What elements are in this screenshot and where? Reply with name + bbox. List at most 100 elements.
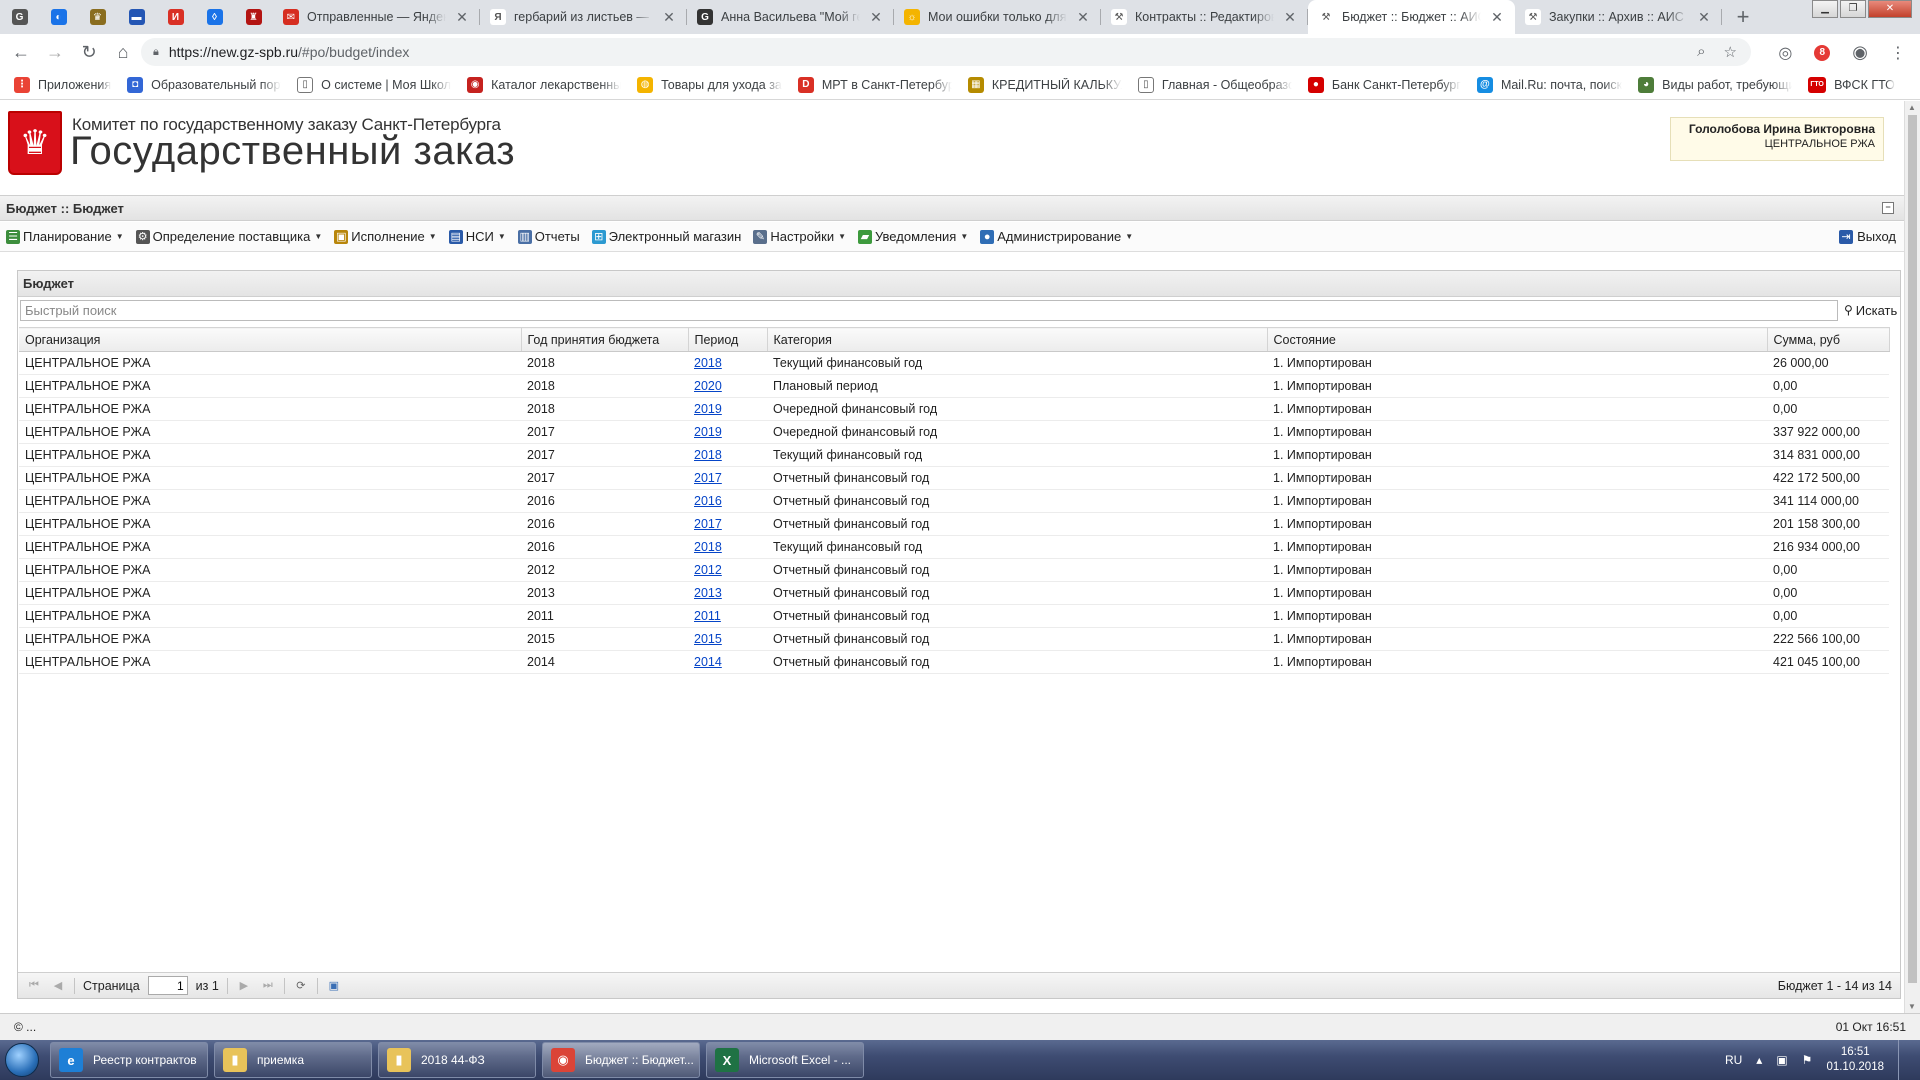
- scroll-up-icon[interactable]: ▲: [1908, 103, 1916, 112]
- logout-button[interactable]: ⇥ Выход: [1839, 229, 1896, 244]
- taskbar-task[interactable]: X Microsoft Excel - ...: [706, 1042, 864, 1078]
- table-row[interactable]: ЦЕНТРАЛЬНОЕ РЖА 2018 2020 Плановый период 1.…: [19, 374, 1889, 398]
- table-row[interactable]: ЦЕНТРАЛЬНОЕ РЖА 2018 2018 Текущий финансовы…: [19, 351, 1889, 375]
- tab-close-icon[interactable]: ✕: [1075, 9, 1091, 26]
- yandex-extension-icon[interactable]: 8: [1814, 44, 1831, 61]
- menu-item[interactable]: ⊞ Электронный магазин: [591, 229, 741, 244]
- start-button[interactable]: [0, 1040, 44, 1080]
- language-indicator[interactable]: RU: [1725, 1053, 1742, 1067]
- new-tab-button[interactable]: +: [1728, 2, 1758, 32]
- pinned-tab[interactable]: И: [156, 0, 195, 34]
- bookmark-star-icon[interactable]: ☆: [1724, 43, 1737, 61]
- menu-item[interactable]: ▣ Исполнение ▼: [334, 229, 437, 244]
- table-row[interactable]: ЦЕНТРАЛЬНОЕ РЖА 2018 2019 Очередной финансо…: [19, 397, 1889, 421]
- show-desktop-button[interactable]: [1898, 1040, 1910, 1080]
- tray-expand-icon[interactable]: ▴: [1756, 1053, 1762, 1067]
- period-link[interactable]: 2012: [694, 563, 722, 577]
- table-row[interactable]: ЦЕНТРАЛЬНОЕ РЖА 2017 2018 Текущий финансовы…: [19, 443, 1889, 467]
- pinned-tab[interactable]: ♜: [234, 0, 273, 34]
- table-row[interactable]: ЦЕНТРАЛЬНОЕ РЖА 2012 2012 Отчетный финансов…: [19, 558, 1889, 582]
- period-link[interactable]: 2019: [694, 425, 722, 439]
- period-link[interactable]: 2019: [694, 402, 722, 416]
- column-header[interactable]: Категория: [767, 327, 1268, 352]
- table-row[interactable]: ЦЕНТРАЛЬНОЕ РЖА 2016 2017 Отчетный финансов…: [19, 512, 1889, 536]
- browser-tab[interactable]: G Анна Васильева "Мой гербарий" ✕: [687, 0, 894, 34]
- column-header[interactable]: Состояние: [1267, 327, 1768, 352]
- bookmark-item[interactable]: ГТО ВФСК ГТО: [1808, 76, 1895, 93]
- table-row[interactable]: ЦЕНТРАЛЬНОЕ РЖА 2017 2019 Очередной финансо…: [19, 420, 1889, 444]
- period-link[interactable]: 2016: [694, 494, 722, 508]
- lock-icon[interactable]: 🔒︎: [153, 46, 159, 59]
- table-row[interactable]: ЦЕНТРАЛЬНОЕ РЖА 2013 2013 Отчетный финансов…: [19, 581, 1889, 605]
- first-page-icon[interactable]: ⏮: [26, 978, 42, 994]
- menu-item[interactable]: ▤ НСИ ▼: [448, 229, 506, 244]
- zoom-icon[interactable]: ⌕: [1697, 43, 1705, 61]
- table-row[interactable]: ЦЕНТРАЛЬНОЕ РЖА 2011 2011 Отчетный финансов…: [19, 604, 1889, 628]
- period-link[interactable]: 2018: [694, 356, 722, 370]
- bookmark-item[interactable]: @ Mail.Ru: почта, поиск: [1476, 76, 1622, 93]
- reload-icon[interactable]: ↻: [72, 35, 106, 69]
- extension-icon[interactable]: ◎: [1778, 43, 1792, 63]
- clock[interactable]: 16:51 01.10.2018: [1826, 1045, 1884, 1075]
- table-row[interactable]: ЦЕНТРАЛЬНОЕ РЖА 2015 2015 Отчетный финансов…: [19, 627, 1889, 651]
- pinned-tab[interactable]: ♛: [78, 0, 117, 34]
- prev-page-icon[interactable]: ◀: [50, 978, 66, 994]
- collapse-icon[interactable]: −: [1882, 202, 1894, 214]
- window-close-button[interactable]: ✕: [1868, 0, 1912, 18]
- menu-kebab-icon[interactable]: ⋮: [1890, 43, 1906, 63]
- profile-icon[interactable]: ◉: [1852, 42, 1868, 63]
- table-row[interactable]: ЦЕНТРАЛЬНОЕ РЖА 2014 2014 Отчетный финансов…: [19, 650, 1889, 674]
- next-page-icon[interactable]: ▶: [236, 978, 252, 994]
- browser-tab[interactable]: ⚒ Закупки :: Архив :: АИС ГЗ ✕: [1515, 0, 1722, 34]
- table-row[interactable]: ЦЕНТРАЛЬНОЕ РЖА 2017 2017 Отчетный финансов…: [19, 466, 1889, 490]
- taskbar-task[interactable]: ◉ Бюджет :: Бюджет...: [542, 1042, 700, 1078]
- address-bar[interactable]: 🔒︎ https://new.gz-spb.ru/#po/budget/inde…: [141, 38, 1751, 66]
- table-row[interactable]: ЦЕНТРАЛЬНОЕ РЖА 2016 2016 Отчетный финансов…: [19, 489, 1889, 513]
- menu-item[interactable]: ✎ Настройки ▼: [753, 229, 846, 244]
- menu-item[interactable]: ☰ Планирование ▼: [6, 229, 124, 244]
- save-icon[interactable]: ▣: [326, 978, 342, 994]
- minimize-button[interactable]: ▁: [1812, 0, 1838, 18]
- forward-arrow-icon[interactable]: →: [38, 35, 72, 69]
- tab-close-icon[interactable]: ✕: [868, 9, 884, 26]
- bookmark-item[interactable]: ▯ О системе | Моя Школа: [297, 76, 451, 93]
- quick-search-input[interactable]: [20, 299, 1838, 321]
- bookmark-item[interactable]: ◘ Образовательный портал: [127, 76, 281, 93]
- column-header[interactable]: Период: [688, 327, 768, 352]
- table-row[interactable]: ЦЕНТРАЛЬНОЕ РЖА 2016 2018 Текущий финансовы…: [19, 535, 1889, 559]
- pinned-tab[interactable]: ▬: [117, 0, 156, 34]
- menu-item[interactable]: ● Администрирование ▼: [980, 229, 1133, 244]
- page-scrollbar[interactable]: ▲ ▼: [1904, 101, 1920, 1013]
- period-link[interactable]: 2018: [694, 540, 722, 554]
- taskbar-task[interactable]: ▮ 2018 44-ФЗ: [378, 1042, 536, 1078]
- period-link[interactable]: 2018: [694, 448, 722, 462]
- bookmark-item[interactable]: ▯ Главная - Общеобразовательная: [1137, 76, 1292, 93]
- period-link[interactable]: 2011: [694, 609, 721, 623]
- bookmark-item[interactable]: ⋮ Приложения: [14, 76, 111, 93]
- menu-item[interactable]: ▰ Уведомления ▼: [858, 229, 968, 244]
- tab-close-icon[interactable]: ✕: [1696, 9, 1712, 26]
- bookmark-item[interactable]: ◉ Каталог лекарственных: [467, 76, 621, 93]
- browser-tab[interactable]: ✉ Отправленные — Яндекс.Почта ✕: [273, 0, 480, 34]
- column-header[interactable]: Организация: [19, 327, 522, 352]
- last-page-icon[interactable]: ⏭: [260, 978, 276, 994]
- browser-tab[interactable]: Ягербарий из листьев — Яндекс ✕: [480, 0, 687, 34]
- menu-item[interactable]: ▥ Отчеты: [517, 229, 580, 244]
- bookmark-item[interactable]: ◍ Товары для ухода за: [637, 76, 782, 93]
- period-link[interactable]: 2017: [694, 517, 722, 531]
- home-icon[interactable]: ⌂: [106, 35, 140, 69]
- taskbar-task[interactable]: e Реестр контрактов: [50, 1042, 208, 1078]
- pinned-tab[interactable]: ◐: [39, 0, 78, 34]
- page-number-input[interactable]: [147, 976, 188, 995]
- column-header[interactable]: Сумма, руб: [1767, 327, 1890, 352]
- tab-close-icon[interactable]: ✕: [454, 9, 470, 26]
- bookmark-item[interactable]: ● Банк Санкт-Петербург: [1307, 76, 1461, 93]
- pinned-tab[interactable]: G: [0, 0, 39, 34]
- action-center-flag-icon[interactable]: ⚑: [1802, 1053, 1813, 1067]
- taskbar-task[interactable]: ▮ приемка: [214, 1042, 372, 1078]
- tab-close-icon[interactable]: ✕: [1282, 9, 1298, 26]
- period-link[interactable]: 2014: [694, 655, 722, 669]
- bookmark-item[interactable]: ◕ Виды работ, требующих: [1638, 76, 1792, 93]
- maximize-button[interactable]: ❐: [1840, 0, 1866, 18]
- bookmark-item[interactable]: ▦ КРЕДИТНЫЙ КАЛЬКУЛЯТОР: [967, 76, 1122, 93]
